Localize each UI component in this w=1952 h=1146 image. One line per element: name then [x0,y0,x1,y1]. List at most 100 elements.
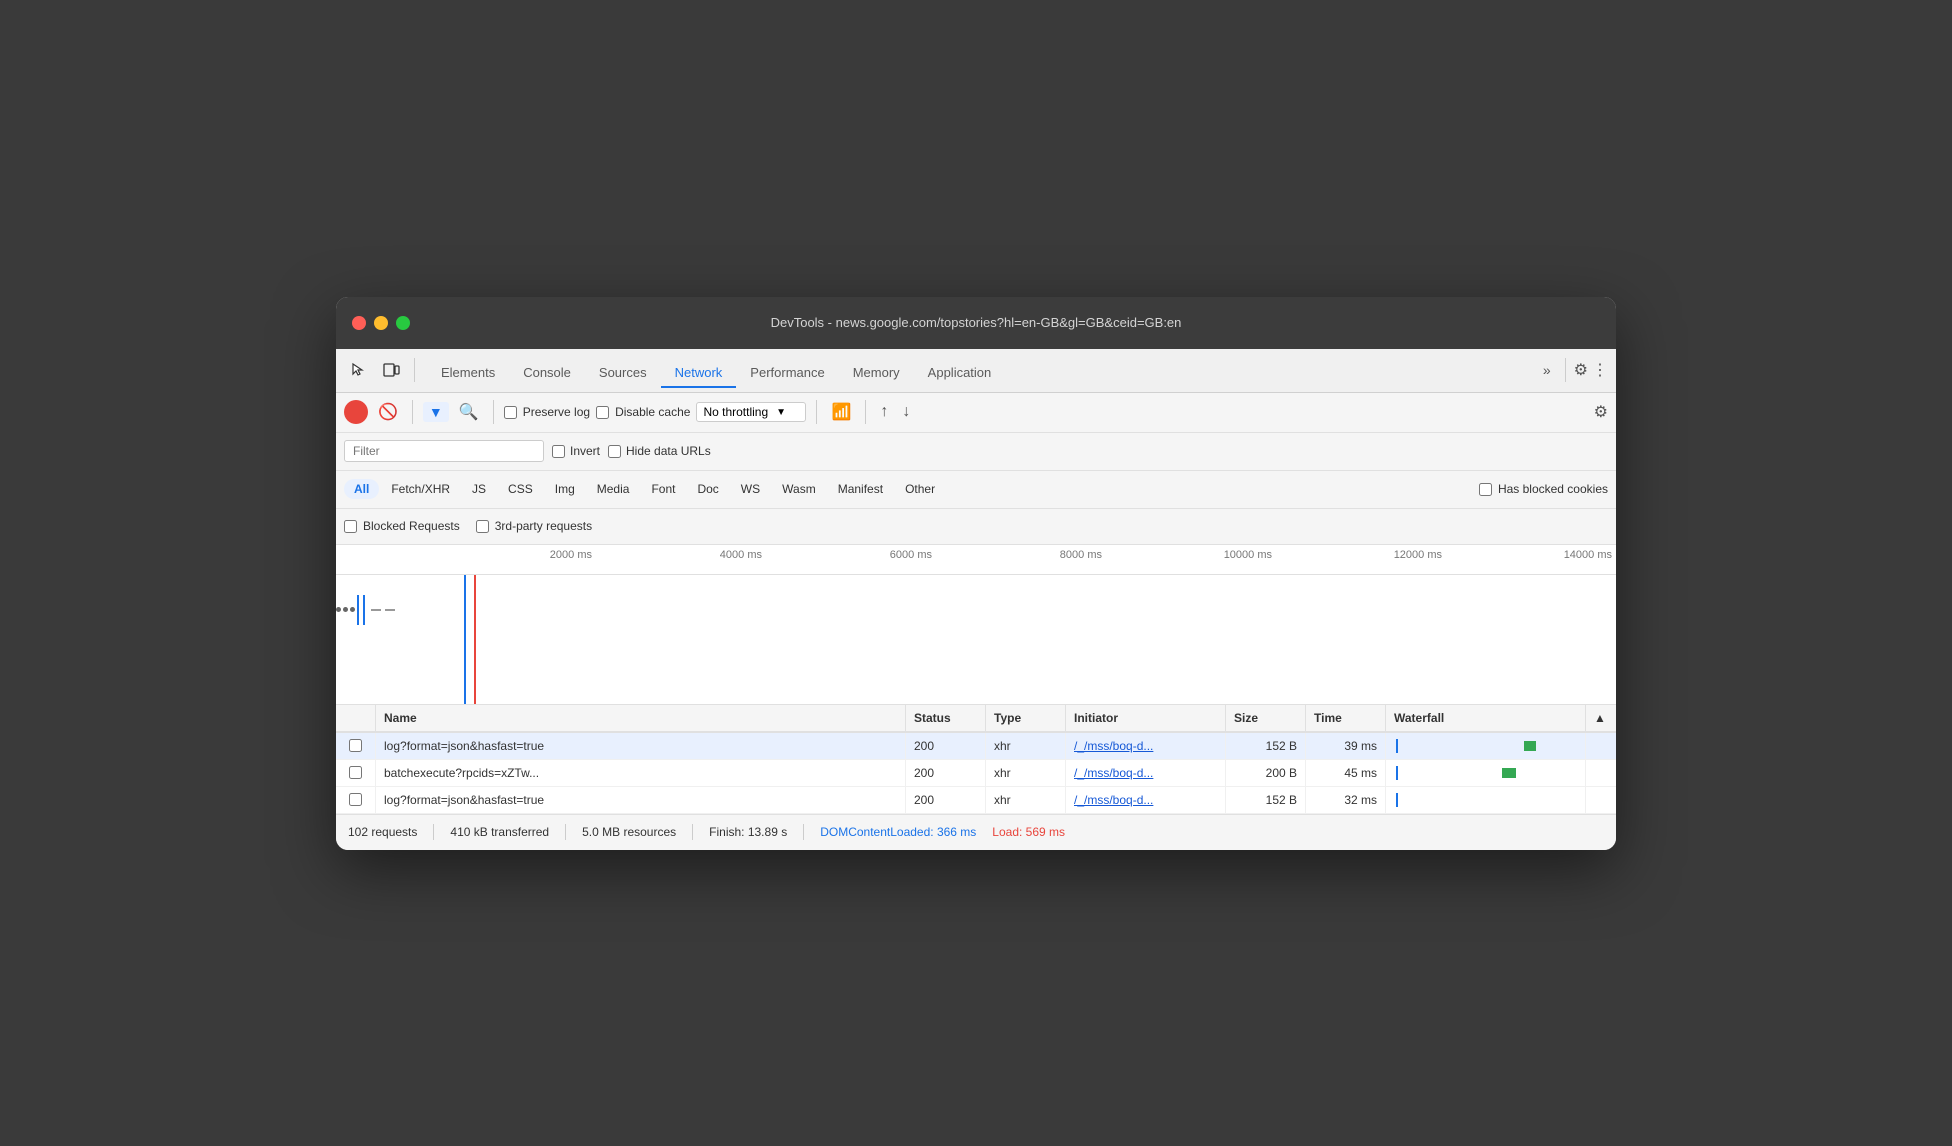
search-button[interactable]: 🔍 [455,400,483,424]
third-party-checkbox[interactable] [476,520,489,533]
td-size-1: 152 B [1226,733,1306,759]
minimize-button[interactable] [374,316,388,330]
invert-checkbox[interactable] [552,445,565,458]
has-blocked-cookies-checkbox[interactable] [1479,483,1492,496]
more-tabs-button[interactable]: » [1537,360,1557,380]
type-filter-ws[interactable]: WS [731,479,770,499]
cursor-icon[interactable] [344,358,372,382]
preserve-log-label[interactable]: Preserve log [504,405,590,419]
throttling-select[interactable]: No throttling ▼ [696,402,806,422]
timeline-chart [336,575,1616,705]
invert-label[interactable]: Invert [552,444,600,458]
type-filter-fetch[interactable]: Fetch/XHR [381,479,460,499]
export-button[interactable]: ↓ [898,401,914,423]
has-blocked-cookies-label[interactable]: Has blocked cookies [1479,482,1608,496]
blocked-requests-label[interactable]: Blocked Requests [344,519,460,533]
td-initiator-1[interactable]: /_/mss/boq-d... [1066,733,1226,759]
type-filter-css[interactable]: CSS [498,479,543,499]
row-checkbox-2[interactable] [349,766,362,779]
type-filter-all[interactable]: All [344,479,379,499]
td-status-2: 200 [906,760,986,786]
network-conditions-icon[interactable]: 📶 [827,400,855,424]
td-size-2: 200 B [1226,760,1306,786]
row-checkbox-1[interactable] [349,739,362,752]
tab-performance[interactable]: Performance [736,359,838,388]
th-name[interactable]: Name [376,705,906,731]
row-checkbox-3[interactable] [349,793,362,806]
td-name-3[interactable]: log?format=json&hasfast=true [376,787,906,813]
settings-icon[interactable]: ⚙ [1574,360,1588,380]
type-filter-wasm[interactable]: Wasm [772,479,826,499]
disable-cache-label[interactable]: Disable cache [596,405,690,419]
devtools-window: DevTools - news.google.com/topstories?hl… [336,297,1616,850]
td-type-3: xhr [986,787,1066,813]
type-filter-doc[interactable]: Doc [687,479,728,499]
table-row[interactable]: log?format=json&hasfast=true 200 xhr /_/… [336,733,1616,760]
type-filter-font[interactable]: Font [641,479,685,499]
th-waterfall[interactable]: Waterfall [1386,705,1586,731]
td-checkbox-3[interactable] [336,787,376,813]
request-dots-group [336,595,395,625]
tab-console[interactable]: Console [509,359,585,388]
type-filter-bar: All Fetch/XHR JS CSS Img Media Font Doc … [336,471,1616,509]
more-options-icon[interactable]: ⋮ [1592,360,1608,380]
close-button[interactable] [352,316,366,330]
filter-button[interactable]: ▼ [423,402,449,422]
network-settings-icon[interactable]: ⚙ [1594,404,1608,421]
blocked-requests-checkbox[interactable] [344,520,357,533]
td-checkbox-1[interactable] [336,733,376,759]
status-bar: 102 requests 410 kB transferred 5.0 MB r… [336,814,1616,850]
hide-data-urls-checkbox[interactable] [608,445,621,458]
filter-bar: Invert Hide data URLs [336,433,1616,471]
th-sort[interactable]: ▲ [1586,705,1616,731]
type-filter-manifest[interactable]: Manifest [828,479,893,499]
load-line [474,575,476,705]
tab-elements[interactable]: Elements [427,359,509,388]
status-dom-content-loaded: DOMContentLoaded: 366 ms [820,825,976,839]
net-sep-2 [493,400,494,424]
td-initiator-2[interactable]: /_/mss/boq-d... [1066,760,1226,786]
td-name-2[interactable]: batchexecute?rpcids=xZTw... [376,760,906,786]
toolbar-right: » ⚙ ⋮ [1537,358,1608,382]
tab-network[interactable]: Network [661,359,737,388]
tab-memory[interactable]: Memory [839,359,914,388]
th-time[interactable]: Time [1306,705,1386,731]
td-initiator-3[interactable]: /_/mss/boq-d... [1066,787,1226,813]
th-status[interactable]: Status [906,705,986,731]
net-sep-4 [865,400,866,424]
third-party-label[interactable]: 3rd-party requests [476,519,592,533]
device-toolbar-icon[interactable] [376,357,406,383]
tick-12000: 12000 ms [1276,549,1446,561]
disable-cache-checkbox[interactable] [596,406,609,419]
th-size[interactable]: Size [1226,705,1306,731]
type-filter-media[interactable]: Media [587,479,640,499]
type-filter-other[interactable]: Other [895,479,945,499]
maximize-button[interactable] [396,316,410,330]
status-sep-2 [565,824,566,840]
tab-sources[interactable]: Sources [585,359,661,388]
status-sep-3 [692,824,693,840]
preserve-log-checkbox[interactable] [504,406,517,419]
td-checkbox-2[interactable] [336,760,376,786]
record-button[interactable] [344,400,368,424]
table-row[interactable]: log?format=json&hasfast=true 200 xhr /_/… [336,787,1616,814]
clear-button[interactable]: 🚫 [374,400,402,424]
td-name-1[interactable]: log?format=json&hasfast=true [376,733,906,759]
td-waterfall-3 [1386,787,1586,813]
table-row[interactable]: batchexecute?rpcids=xZTw... 200 xhr /_/m… [336,760,1616,787]
td-status-1: 200 [906,733,986,759]
type-filter-js[interactable]: JS [462,479,496,499]
bar-1 [357,595,359,625]
tick-6000: 6000 ms [766,549,936,561]
import-button[interactable]: ↑ [876,401,892,423]
type-filter-img[interactable]: Img [545,479,585,499]
throttle-dropdown-icon: ▼ [776,407,786,418]
filter-input[interactable] [344,440,544,462]
th-type[interactable]: Type [986,705,1066,731]
th-initiator[interactable]: Initiator [1066,705,1226,731]
table-header: Name Status Type Initiator Size Time Wat… [336,705,1616,733]
network-toolbar: 🚫 ▼ 🔍 Preserve log Disable cache No thro… [336,393,1616,433]
bar-3 [371,609,381,611]
hide-data-urls-label[interactable]: Hide data URLs [608,444,711,458]
tab-application[interactable]: Application [914,359,1006,388]
